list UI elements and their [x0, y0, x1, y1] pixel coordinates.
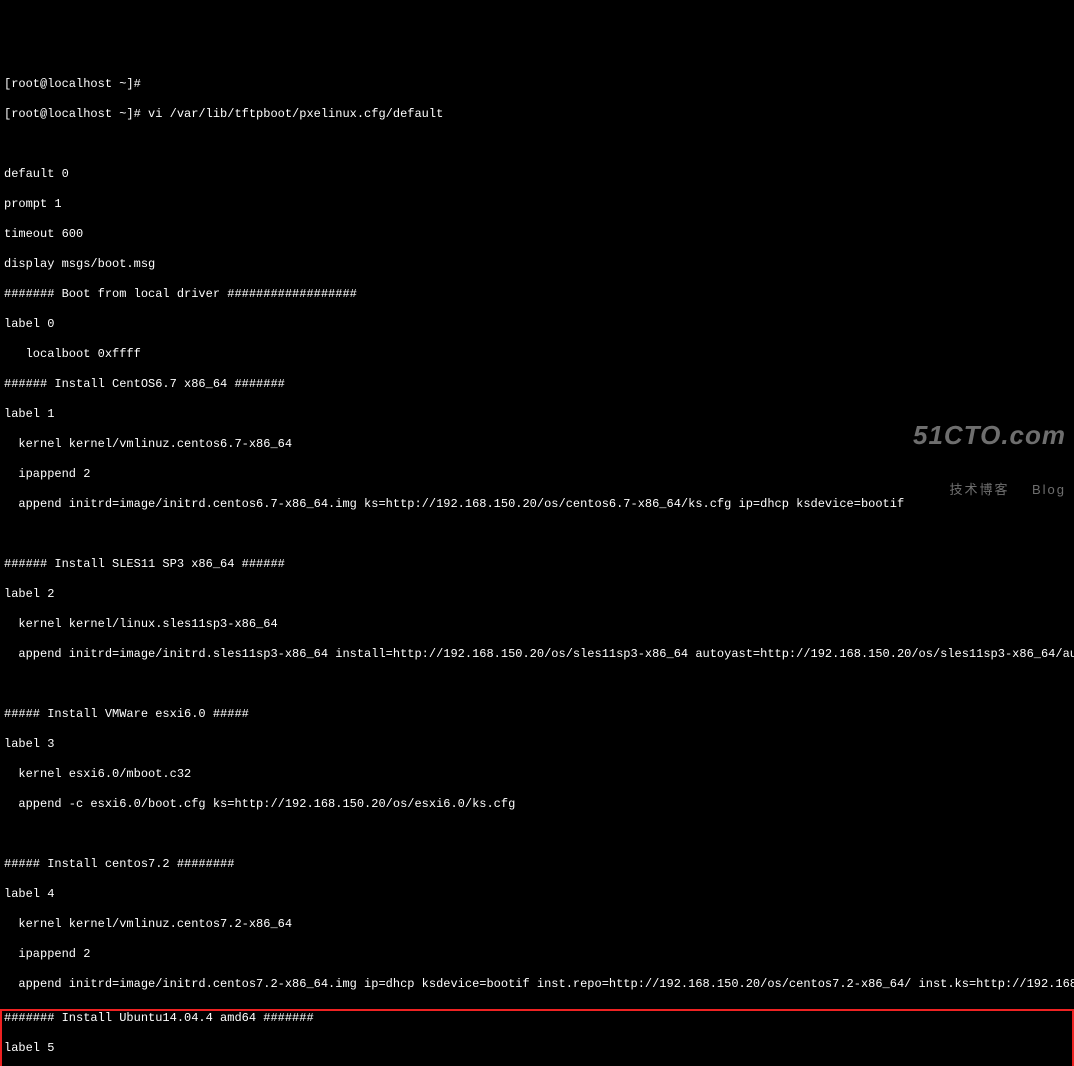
localboot-line: localboot 0xffff	[4, 347, 141, 361]
label-5: label 5	[4, 1041, 54, 1055]
label-0: label 0	[4, 317, 54, 331]
centos67-kernel: kernel kernel/vmlinuz.centos6.7-x86_64	[4, 437, 292, 451]
label-2: label 2	[4, 587, 54, 601]
shell-prompt: [root@localhost ~]#	[4, 77, 141, 91]
section-esxi: ##### Install VMWare esxi6.0 #####	[4, 707, 249, 721]
label-4: label 4	[4, 887, 54, 901]
section-centos67: ###### Install CentOS6.7 x86_64 #######	[4, 377, 285, 391]
esxi-kernel: kernel esxi6.0/mboot.c32	[4, 767, 191, 781]
cfg-timeout: timeout 600	[4, 227, 83, 241]
esxi-append: append -c esxi6.0/boot.cfg ks=http://192…	[4, 797, 515, 811]
centos72-append: append initrd=image/initrd.centos7.2-x86…	[4, 977, 1074, 991]
cfg-default: default 0	[4, 167, 69, 181]
centos72-kernel: kernel kernel/vmlinuz.centos7.2-x86_64	[4, 917, 292, 931]
section-ubuntu: ####### Install Ubuntu14.04.4 amd64 ####…	[4, 1011, 314, 1025]
cfg-display: display msgs/boot.msg	[4, 257, 155, 271]
centos72-ipappend: ipappend 2	[4, 947, 90, 961]
section-centos72: ##### Install centos7.2 ########	[4, 857, 234, 871]
centos67-append: append initrd=image/initrd.centos6.7-x86…	[4, 497, 904, 511]
terminal-output: [root@localhost ~]# [root@localhost ~]# …	[4, 62, 1070, 1066]
sles-append: append initrd=image/initrd.sles11sp3-x86…	[4, 647, 1074, 661]
label-3: label 3	[4, 737, 54, 751]
sles-kernel: kernel kernel/linux.sles11sp3-x86_64	[4, 617, 278, 631]
section-sles: ###### Install SLES11 SP3 x86_64 ######	[4, 557, 285, 571]
section-boot-local: ####### Boot from local driver #########…	[4, 287, 357, 301]
centos67-ipappend: ipappend 2	[4, 467, 90, 481]
shell-command: [root@localhost ~]# vi /var/lib/tftpboot…	[4, 107, 443, 121]
ubuntu-highlight-box: ####### Install Ubuntu14.04.4 amd64 ####…	[0, 1009, 1074, 1066]
cfg-prompt: prompt 1	[4, 197, 62, 211]
label-1: label 1	[4, 407, 54, 421]
